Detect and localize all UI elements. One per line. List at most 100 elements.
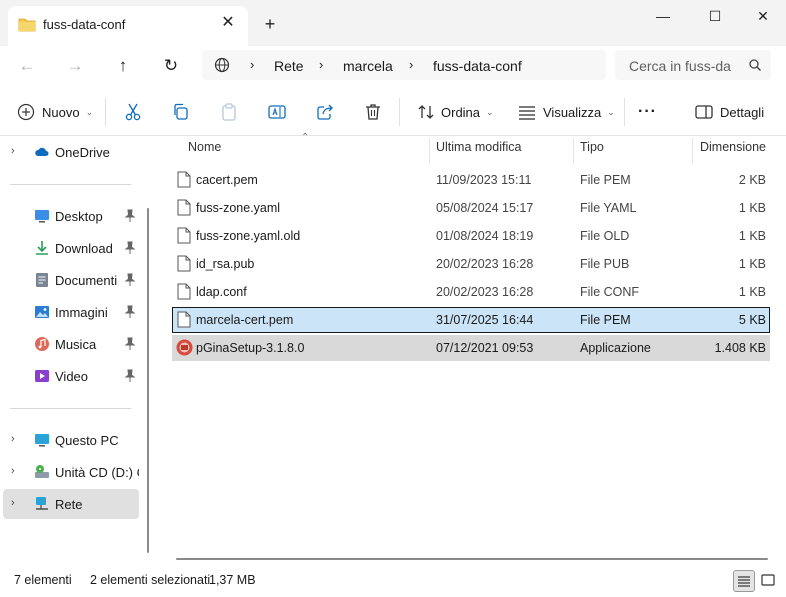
column-divider[interactable] — [692, 138, 693, 164]
back-arrow-icon[interactable]: ← — [14, 53, 40, 79]
column-header-size[interactable]: Dimensione — [700, 140, 766, 164]
minimize-button[interactable]: — — [651, 6, 675, 26]
column-header-name[interactable]: Nome — [188, 140, 221, 164]
paste-icon[interactable] — [219, 102, 239, 122]
sidebar-item-label: Unità CD (D:) CC — [55, 465, 139, 480]
breadcrumb-chevron-icon[interactable]: › — [409, 57, 413, 72]
column-header-modified[interactable]: Ultima modifica — [436, 140, 521, 164]
cd-drive-icon — [35, 465, 49, 478]
new-tab-button[interactable]: + — [259, 13, 281, 35]
tab-title: fuss-data-conf — [43, 17, 126, 32]
close-tab-icon[interactable]: ✕ — [218, 13, 238, 33]
view-button[interactable]: Visualizza ⌄ — [517, 100, 615, 124]
tiles-view-button[interactable] — [758, 570, 780, 592]
file-row[interactable]: ldap.conf 20/02/2023 16:28 File CONF 1 K… — [172, 279, 770, 305]
expand-chevron-icon[interactable]: › — [11, 145, 15, 157]
rename-icon[interactable] — [267, 102, 287, 122]
sort-icon — [418, 105, 434, 119]
details-view-button[interactable] — [733, 570, 755, 592]
file-row[interactable]: fuss-zone.yaml 05/08/2024 15:17 File YAM… — [172, 195, 770, 221]
sidebar-item-questo-pc[interactable]: › Questo PC — [0, 425, 140, 455]
sidebar-item-cd-drive[interactable]: › Unità CD (D:) CC — [0, 457, 140, 487]
column-divider[interactable] — [573, 138, 574, 164]
file-row-selected[interactable]: pGinaSetup-3.1.8.0 07/12/2021 09:53 Appl… — [172, 335, 770, 361]
tab-fuss-data-conf[interactable]: fuss-data-conf ✕ — [8, 6, 248, 46]
new-label: Nuovo — [42, 104, 80, 120]
up-arrow-icon[interactable]: ↑ — [110, 53, 136, 79]
forward-arrow-icon[interactable]: → — [62, 53, 88, 79]
sidebar-scrollbar[interactable] — [147, 208, 149, 553]
new-button[interactable]: Nuovo ⌄ — [16, 100, 93, 124]
cut-icon[interactable] — [123, 102, 143, 122]
sidebar-item-musica[interactable]: Musica — [0, 329, 140, 359]
file-icon — [177, 255, 191, 272]
search-box[interactable]: Cerca in fuss-da — [615, 50, 771, 80]
sort-button[interactable]: Ordina ⌄ — [416, 100, 494, 124]
desktop-icon — [35, 210, 49, 223]
view-label: Visualizza — [543, 104, 602, 120]
search-input[interactable]: Cerca in fuss-da — [629, 58, 731, 74]
file-type: Applicazione — [580, 341, 651, 355]
pin-icon[interactable] — [124, 337, 136, 351]
copy-icon[interactable] — [171, 102, 191, 122]
folder-icon — [18, 18, 36, 32]
file-icon — [177, 227, 191, 244]
chevron-down-icon: ⌄ — [486, 106, 494, 117]
sidebar-item-video[interactable]: Video — [0, 361, 140, 391]
sidebar-item-desktop[interactable]: Desktop — [0, 201, 140, 231]
maximize-button[interactable]: ☐ — [703, 6, 727, 26]
sidebar-item-immagini[interactable]: Immagini — [0, 297, 140, 327]
file-row-selected[interactable]: marcela-cert.pem 31/07/2025 16:44 File P… — [172, 307, 770, 333]
file-modified: 01/08/2024 18:19 — [436, 229, 534, 243]
details-button[interactable]: Dettagli — [694, 100, 764, 124]
breadcrumb-fuss-data-conf[interactable]: fuss-data-conf — [433, 58, 522, 74]
sidebar-item-documenti[interactable]: Documenti — [0, 265, 140, 295]
file-modified: 20/02/2023 16:28 — [436, 257, 534, 271]
more-options-button[interactable]: ··· — [638, 100, 657, 124]
tiles-view-icon — [761, 574, 775, 586]
delete-icon[interactable] — [363, 102, 383, 122]
file-modified: 07/12/2021 09:53 — [436, 341, 534, 355]
file-icon — [177, 311, 191, 328]
file-modified: 20/02/2023 16:28 — [436, 285, 534, 299]
sidebar-item-rete[interactable]: › Rete — [3, 489, 139, 519]
music-icon — [35, 337, 49, 351]
file-icon — [177, 171, 191, 188]
documents-icon — [36, 273, 48, 287]
close-window-button[interactable]: ✕ — [751, 6, 775, 26]
refresh-icon[interactable]: ↻ — [158, 53, 184, 79]
sidebar-item-onedrive[interactable]: › OneDrive — [0, 137, 140, 167]
file-name: fuss-zone.yaml — [196, 201, 281, 215]
details-label: Dettagli — [720, 104, 765, 120]
pin-icon[interactable] — [124, 273, 136, 287]
breadcrumb-rete[interactable]: Rete — [274, 58, 304, 74]
breadcrumb-marcela[interactable]: marcela — [343, 58, 393, 74]
share-icon[interactable] — [315, 102, 335, 122]
pin-icon[interactable] — [124, 209, 136, 223]
sidebar-divider — [10, 408, 131, 409]
pin-icon[interactable] — [124, 241, 136, 255]
expand-chevron-icon[interactable]: › — [11, 497, 15, 509]
file-row[interactable]: fuss-zone.yaml.old 01/08/2024 18:19 File… — [172, 223, 770, 249]
column-header-type[interactable]: Tipo — [580, 140, 604, 164]
file-name: fuss-zone.yaml.old — [196, 229, 301, 243]
expand-chevron-icon[interactable]: › — [11, 433, 15, 445]
column-divider[interactable] — [429, 138, 430, 164]
horizontal-scrollbar[interactable] — [176, 558, 768, 560]
pin-icon[interactable] — [124, 369, 136, 383]
pin-icon[interactable] — [124, 305, 136, 319]
chevron-down-icon: ⌄ — [607, 106, 615, 117]
file-size: 1.408 KB — [714, 341, 766, 355]
sidebar-item-label: Questo PC — [55, 433, 119, 448]
breadcrumb-chevron-icon[interactable]: › — [319, 57, 323, 72]
expand-chevron-icon[interactable]: › — [11, 465, 15, 477]
file-row[interactable]: id_rsa.pub 20/02/2023 16:28 File PUB 1 K… — [172, 251, 770, 277]
sidebar-item-download[interactable]: Download — [0, 233, 140, 263]
navigation-pane: › OneDrive Desktop Download Documenti Im… — [0, 136, 156, 568]
breadcrumb-chevron-icon[interactable]: › — [250, 57, 254, 72]
file-row[interactable]: cacert.pem 11/09/2023 15:11 File PEM 2 K… — [172, 167, 770, 193]
toolbar-divider — [399, 98, 400, 126]
network-icon — [36, 497, 48, 510]
file-size: 2 KB — [738, 173, 766, 187]
address-bar[interactable]: › Rete › marcela › fuss-data-conf — [202, 50, 606, 80]
